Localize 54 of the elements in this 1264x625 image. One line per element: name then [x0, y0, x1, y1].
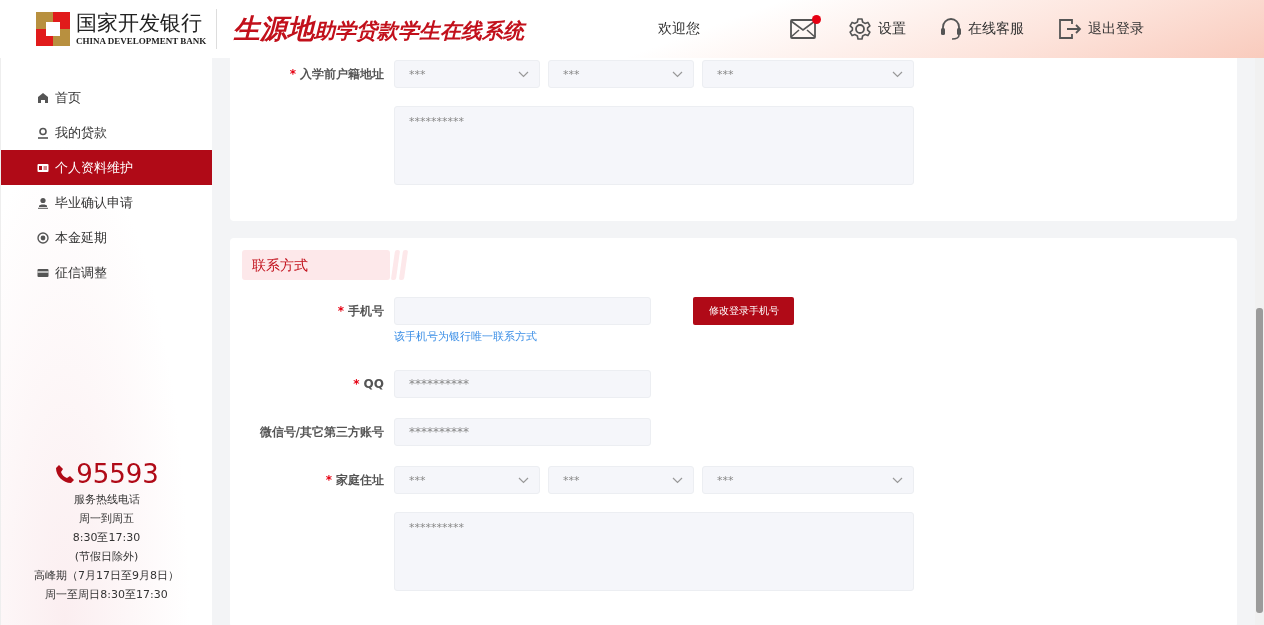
chevron-down-icon	[518, 70, 529, 78]
hotline-info: 周一至周日8:30至17:30	[45, 587, 168, 603]
chevron-down-icon	[892, 70, 903, 78]
bank-logo-icon	[36, 12, 70, 46]
hotline-info: (节假日除外)	[74, 549, 139, 565]
bank-name: 国家开发银行	[76, 12, 203, 36]
required-mark: *	[289, 67, 296, 81]
sidebar-item[interactable]: 本金延期	[1, 220, 212, 255]
field-label: 微信号/其它第三方账号	[258, 424, 384, 441]
hotline-number: 95593	[76, 459, 159, 489]
scrollbar-thumb[interactable]	[1256, 308, 1263, 613]
sidebar-item[interactable]: 征信调整	[1, 255, 212, 290]
field-label: * 手机号	[336, 303, 384, 320]
hotline-info: 高峰期（7月17日至9月8日）	[34, 568, 179, 584]
address-field[interactable]: **********	[394, 106, 914, 185]
chevron-down-icon	[892, 476, 903, 484]
sidebar-item[interactable]: 首页	[1, 80, 212, 115]
chevron-down-icon	[672, 476, 683, 484]
field-label: * 家庭住址	[324, 472, 384, 489]
text-field[interactable]: **********	[394, 418, 651, 446]
chevron-down-icon	[518, 476, 529, 484]
person-icon	[37, 126, 49, 139]
field-hint: 该手机号为银行唯一联系方式	[394, 329, 538, 344]
envelope-icon	[790, 19, 817, 39]
phone-icon	[54, 463, 77, 485]
sidebar-item[interactable]: 毕业确认申请	[1, 185, 212, 220]
text-field[interactable]: **********	[394, 370, 651, 398]
card-icon	[37, 266, 49, 279]
hotline-info: 8:30至17:30	[72, 530, 141, 546]
headset-icon	[940, 17, 963, 41]
hotline-info: 周一到周五	[79, 511, 134, 527]
gear-icon	[848, 17, 873, 41]
user-icon	[37, 196, 49, 209]
address-field[interactable]: **********	[394, 512, 914, 591]
sidebar-item[interactable]: 个人资料维护	[1, 150, 212, 185]
settings-link[interactable]: 设置	[848, 17, 907, 41]
logout-icon	[1058, 18, 1083, 40]
id-card-icon	[37, 161, 49, 174]
sidebar-item[interactable]: 我的贷款	[1, 115, 212, 150]
change-phone-button[interactable]: 修改登录手机号	[693, 297, 794, 325]
logout-link[interactable]: 退出登录	[1058, 17, 1145, 41]
service-link[interactable]: 在线客服	[940, 17, 1025, 41]
hotline-info: 服务热线电话	[73, 492, 140, 508]
chevron-down-icon	[672, 70, 683, 78]
field-label: * 入学前户籍地址	[288, 66, 384, 83]
home-icon	[37, 91, 49, 104]
welcome-text: 欢迎您	[658, 20, 701, 38]
section-title: 联系方式	[242, 250, 390, 280]
required-mark: *	[337, 304, 344, 318]
required-mark: *	[353, 377, 360, 391]
required-mark: *	[325, 473, 332, 487]
bank-english-name: CHINA DEVELOPMENT BANK	[76, 35, 207, 46]
field-label: * QQ	[352, 376, 384, 393]
system-title: 生源地助学贷款学生在线系统	[233, 12, 525, 46]
